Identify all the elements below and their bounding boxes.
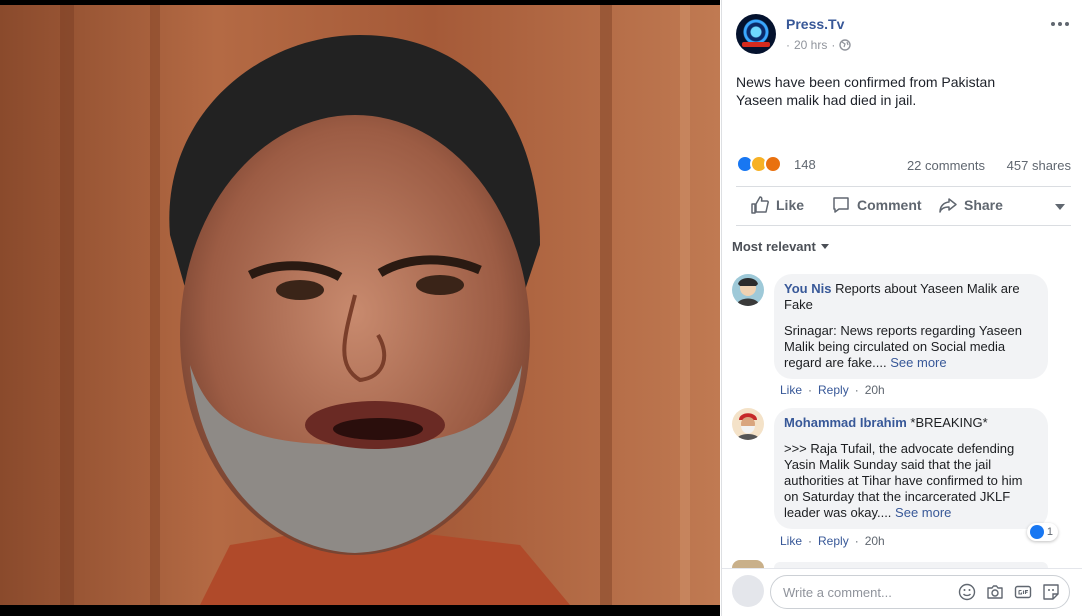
- post-time[interactable]: 20 hrs: [794, 38, 827, 52]
- comment-reaction-badge[interactable]: 1: [1026, 523, 1058, 541]
- post-sidebar: Press.Tv · 20 hrs · News have been confi…: [721, 0, 1082, 616]
- commenter-avatar[interactable]: [732, 560, 764, 568]
- post-meta: · 20 hrs ·: [786, 38, 852, 52]
- gif-icon[interactable]: [1014, 583, 1032, 601]
- like-button[interactable]: Like: [750, 195, 804, 215]
- see-more-link[interactable]: See more: [890, 355, 946, 370]
- camera-icon[interactable]: [986, 583, 1004, 601]
- commenter-avatar[interactable]: [732, 274, 764, 306]
- chevron-down-icon[interactable]: [1055, 204, 1065, 210]
- comment-bubble: You Nis Reports about Yaseen Malik are F…: [774, 274, 1048, 379]
- comment-icon: [833, 197, 849, 213]
- emoji-icon[interactable]: [958, 583, 976, 601]
- comment-lead: *BREAKING*: [910, 415, 988, 430]
- reaction-count[interactable]: 148: [794, 157, 816, 172]
- comment-author[interactable]: Mohammad Ibrahim: [784, 415, 907, 430]
- dot-separator: ·: [808, 383, 813, 397]
- dot-separator: ·: [854, 534, 859, 548]
- comment-like-link[interactable]: Like: [780, 534, 802, 548]
- comment-button[interactable]: Comment: [831, 195, 922, 215]
- comment-reply-link[interactable]: Reply: [818, 383, 849, 397]
- comment-label: Comment: [857, 197, 922, 213]
- dot-separator: ·: [854, 383, 859, 397]
- page-avatar[interactable]: [736, 14, 776, 54]
- like-label: Like: [776, 197, 805, 213]
- commenter-avatar[interactable]: [732, 408, 764, 440]
- shares-count[interactable]: 457 shares: [1007, 158, 1071, 173]
- sticker-icon[interactable]: [1042, 583, 1060, 601]
- sort-label: Most relevant: [732, 239, 816, 254]
- comment-author[interactable]: You Nis: [784, 281, 831, 296]
- dot-separator: ·: [808, 534, 813, 548]
- share-label: Share: [964, 197, 1003, 213]
- current-user-avatar: [732, 575, 764, 607]
- reactions-bar: 148 22 comments 457 shares: [736, 154, 1071, 176]
- post-text: News have been confirmed from Pakistan Y…: [736, 73, 1066, 109]
- dot-separator: ·: [786, 38, 790, 52]
- post-header: Press.Tv · 20 hrs ·: [736, 14, 1071, 56]
- post-text-line: News have been confirmed from Pakistan: [736, 74, 996, 90]
- caret-down-icon: [820, 244, 829, 249]
- share-button[interactable]: Share: [938, 195, 1003, 215]
- comment-actions: Like · Reply · 20h: [780, 534, 885, 548]
- post-photo[interactable]: [0, 0, 720, 616]
- globe-icon: [839, 39, 852, 51]
- see-more-link[interactable]: See more: [895, 505, 951, 520]
- comments-list[interactable]: You Nis Reports about Yaseen Malik are F…: [722, 262, 1082, 562]
- reaction-icons[interactable]: [736, 155, 782, 173]
- comment-actions: Like · Reply · 20h: [780, 383, 885, 397]
- post-text-line: Yaseen malik had died in jail.: [736, 92, 917, 108]
- angry-reaction-icon: [764, 155, 782, 173]
- post-actions: Like Comment Share: [736, 186, 1071, 226]
- comment-reaction-count: 1: [1046, 526, 1053, 538]
- comment-time[interactable]: 20h: [865, 383, 885, 397]
- comment-reply-link[interactable]: Reply: [818, 534, 849, 548]
- avatar-image: [732, 408, 764, 440]
- comment-sort-dropdown[interactable]: Most relevant: [732, 239, 829, 254]
- comment-bubble: Mohammad Ibrahim *BREAKING* >>> Raja Tuf…: [774, 408, 1048, 529]
- avatar-image: [732, 274, 764, 306]
- dot-separator: ·: [831, 38, 836, 52]
- comment-like-link[interactable]: Like: [780, 383, 802, 397]
- share-icon: [939, 198, 957, 213]
- comments-count[interactable]: 22 comments: [907, 158, 985, 173]
- page-name[interactable]: Press.Tv: [786, 16, 844, 32]
- portrait-photo: [0, 5, 720, 605]
- like-reaction-icon: [1029, 525, 1044, 539]
- comment-time[interactable]: 20h: [865, 534, 885, 548]
- comment-composer: Write a comment...: [722, 568, 1082, 616]
- more-options-icon[interactable]: [1049, 18, 1071, 30]
- thumbs-up-icon: [751, 196, 769, 214]
